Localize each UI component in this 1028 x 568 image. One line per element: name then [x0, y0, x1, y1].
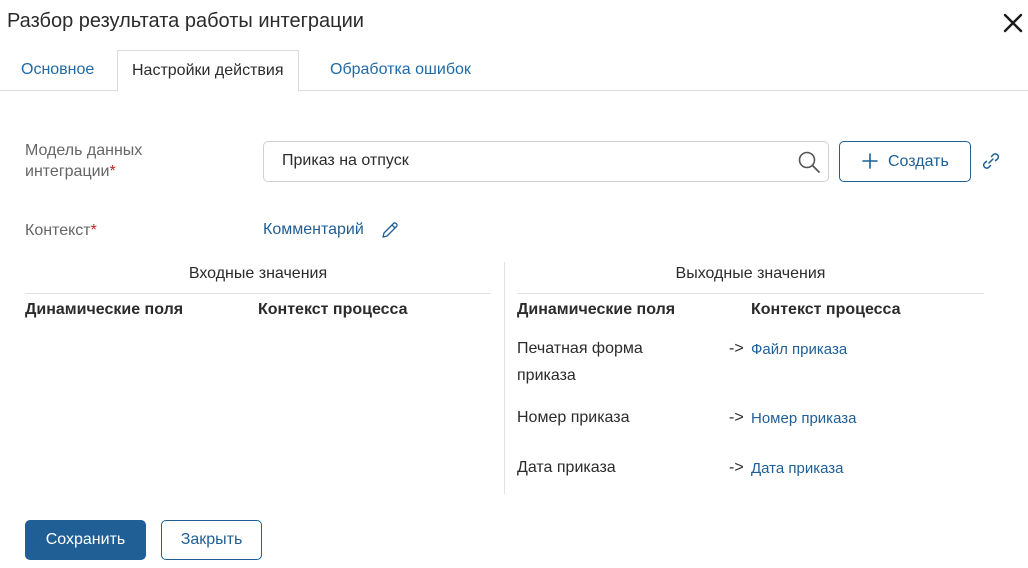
create-button[interactable]: Создать	[839, 141, 971, 182]
outputs-title: Выходные значения	[675, 265, 826, 282]
output-row-target-link[interactable]: Файл приказа	[751, 341, 847, 358]
output-row-target-link[interactable]: Номер приказа	[751, 410, 856, 427]
output-row-arrow: ->	[729, 409, 744, 426]
close-button[interactable]: Закрыть	[161, 520, 262, 560]
tab-action-settings[interactable]: Настройки действия	[117, 50, 299, 92]
search-icon[interactable]	[796, 149, 822, 175]
model-label-line1: Модель данных	[25, 142, 143, 159]
output-row-name: Номер приказа	[517, 409, 630, 426]
close-icon[interactable]	[1000, 10, 1026, 36]
outputs-col-dynamic: Динамические поля	[517, 301, 676, 318]
tab-error-handling[interactable]: Обработка ошибок	[316, 50, 485, 91]
output-row-arrow: ->	[729, 459, 744, 476]
model-label: Модель данных интеграции*	[25, 140, 142, 182]
required-mark: *	[90, 222, 97, 239]
link-icon[interactable]	[980, 150, 1002, 172]
context-label-wrap: Контекст*	[25, 220, 97, 241]
create-button-label: Создать	[888, 153, 949, 170]
save-button[interactable]: Сохранить	[25, 520, 146, 560]
output-row-target-link[interactable]: Дата приказа	[751, 460, 844, 477]
inputs-title: Входные значения	[188, 265, 328, 282]
inputs-divider	[25, 293, 491, 294]
columns-separator	[504, 262, 505, 494]
model-value: Приказ на отпуск	[282, 152, 409, 169]
outputs-divider	[517, 293, 984, 294]
output-row-name: Дата приказа	[517, 459, 616, 476]
inputs-col-context: Контекст процесса	[258, 301, 408, 318]
outputs-col-context: Контекст процесса	[751, 301, 901, 318]
pencil-icon[interactable]	[380, 220, 400, 240]
context-value-link[interactable]: Комментарий	[263, 221, 364, 239]
dialog-title: Разбор результата работы интеграции	[7, 10, 364, 32]
output-row-arrow: ->	[729, 340, 744, 357]
tab-main[interactable]: Основное	[7, 50, 108, 91]
model-label-line2: интеграции	[25, 163, 110, 180]
tab-bar: Основное Настройки действия Обработка ош…	[0, 50, 1028, 92]
required-mark: *	[109, 163, 116, 180]
context-label: Контекст	[25, 222, 91, 239]
output-row-name: Печатная форма приказа	[517, 340, 643, 384]
model-search-input[interactable]: Приказ на отпуск	[263, 141, 829, 182]
plus-icon	[860, 151, 880, 171]
inputs-col-dynamic: Динамические поля	[25, 301, 184, 318]
